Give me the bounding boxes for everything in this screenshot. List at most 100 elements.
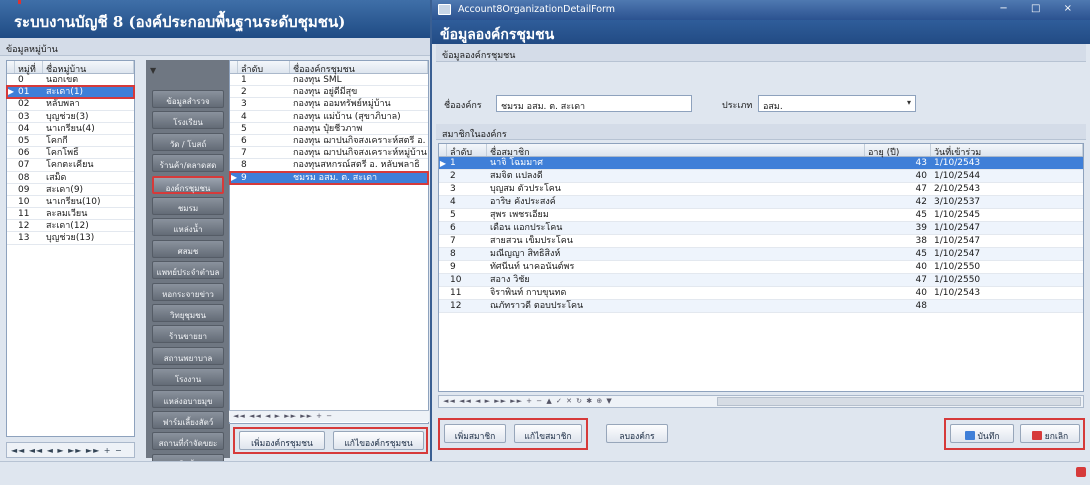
col-org-name[interactable]: ชื่อองค์กรชุมชน — [290, 61, 428, 75]
table-row[interactable]: 04 นาเกรียน(4) — [7, 123, 134, 135]
add-member-button[interactable]: เพิ่มสมาชิก — [444, 424, 506, 443]
table-row[interactable]: 3 บุญสม ตัวประโคน 47 2/10/2543 — [439, 183, 1083, 196]
col-member-age[interactable]: อายุ (ปี) — [865, 144, 931, 158]
col-org-no[interactable]: ลำดับ — [238, 61, 290, 75]
menu-item[interactable]: ชมรม — [152, 197, 224, 215]
org-navigator[interactable]: ◄◄ ◄◄ ◄ ► ►► ►► + − — [229, 410, 429, 422]
member-name: มณีญญา สิทธิสิงห์ — [490, 249, 561, 259]
col-member-no[interactable]: ลำดับ — [447, 144, 487, 158]
table-row[interactable]: 05 โคกกี่ — [7, 135, 134, 148]
table-row[interactable]: 0 นอกเขต — [7, 74, 134, 87]
table-row[interactable]: 4 อาริษ คังประสงค์ 42 3/10/2537 — [439, 196, 1083, 209]
member-grid[interactable]: ลำดับ ชื่อสมาชิก อายุ (ปี) วันที่เข้าร่ว… — [438, 143, 1084, 392]
edit-org-button[interactable]: แก้ไของค์กรชุมชน — [333, 431, 424, 450]
table-row[interactable]: 08 เสม็ด — [7, 172, 134, 184]
menu-item[interactable]: สถานพยาบาล — [152, 346, 224, 365]
member-no: 5 — [450, 210, 456, 220]
table-row[interactable]: 9 ทัศนีนท์ นาคอนันต์พร 40 1/10/2550 — [439, 261, 1083, 274]
table-row[interactable]: 10 นาเกรียน(10) — [7, 196, 134, 209]
close-icon[interactable] — [1076, 467, 1086, 477]
menu-item[interactable]: วัด / โบสถ์ — [152, 132, 224, 151]
table-row[interactable]: ▶ 1 นาจิ โฉมมาศ 43 1/10/2543 — [439, 157, 1083, 170]
row-indicator-header — [439, 144, 447, 156]
row-indicator — [7, 123, 15, 134]
menu-item[interactable]: แหล่งอบายมุข — [152, 389, 224, 408]
col-village-no[interactable]: หมู่ที่ — [15, 61, 43, 75]
table-row[interactable]: 2 สมจิต แปลงดี 40 1/10/2544 — [439, 170, 1083, 183]
table-row[interactable]: 2 กองทุน อยู่ดีมีสุข — [230, 86, 428, 99]
table-row[interactable]: 03 บุญช่วย(3) — [7, 111, 134, 123]
table-row[interactable]: 11 ละลมเวียน — [7, 208, 134, 221]
menu-item[interactable]: ร้านค้า/ตลาดสด — [152, 154, 224, 173]
menu-item[interactable]: แหล่งน้ำ — [152, 218, 224, 237]
table-row[interactable]: 13 บุญช่วย(13) — [7, 232, 134, 245]
member-name: ณภัทราวดี ตอบประโคน — [490, 301, 584, 311]
menu-collapse-icon[interactable]: ▼ — [150, 66, 156, 75]
menu-item[interactable]: ร้านขายยา — [152, 325, 224, 344]
member-age: 40 — [915, 262, 927, 272]
member-date — [931, 300, 1083, 312]
col-village-name[interactable]: ชื่อหมู่บ้าน — [43, 61, 134, 75]
delete-org-button[interactable]: ลบองค์กร — [606, 424, 668, 443]
table-row[interactable]: 02 หลับพลา — [7, 98, 134, 111]
table-row[interactable]: 5 กองทุน ปุ๋ยชีวภาพ — [230, 123, 428, 135]
table-row[interactable]: 07 โคกตะเคียน — [7, 159, 134, 172]
row-indicator — [230, 159, 238, 170]
menu-item[interactable]: โรงงาน — [152, 368, 224, 387]
row-indicator — [439, 287, 447, 299]
table-row[interactable]: 6 กองทุน ฌาปนกิจสงเคราะห์สตรี อ. — [230, 135, 428, 148]
menu-item[interactable]: ข้อมูลสำรวจ — [152, 90, 224, 108]
table-row[interactable]: 06 โคกโพธิ์ — [7, 147, 134, 160]
horizontal-scrollbar[interactable] — [717, 397, 1081, 406]
member-date: 1/10/2544 — [934, 171, 981, 181]
village-no: 07 — [18, 160, 30, 171]
table-row[interactable]: 12 สะเดา(12) — [7, 220, 134, 233]
member-no: 12 — [450, 301, 462, 311]
member-name: สมจิต แปลงดี — [490, 171, 543, 181]
save-button[interactable]: บันทึก — [950, 424, 1014, 443]
col-member-date[interactable]: วันที่เข้าร่วม — [931, 144, 1083, 158]
table-row[interactable]: 7 กองทุน ฌาปนกิจสงเคราะห์หมู่บ้าน — [230, 147, 428, 160]
menu-item[interactable]: หอกระจายข่าว — [152, 282, 224, 301]
menu-item[interactable]: โรงเรียน — [152, 111, 224, 130]
org-name-field[interactable]: ชมรม อสม. ต. สะเดา — [496, 95, 692, 112]
table-row[interactable]: 12 ณภัทราวดี ตอบประโคน 48 — [439, 300, 1083, 313]
table-row[interactable]: 4 กองทุน แม่บ้าน (สุขาภิบาล) — [230, 111, 428, 123]
menu-item[interactable]: สถานที่กำจัดขยะ — [152, 432, 224, 451]
table-row[interactable]: 3 กองทุน ออมทรัพย์หมู่บ้าน — [230, 98, 428, 111]
village-grid[interactable]: หมู่ที่ ชื่อหมู่บ้าน 0 นอกเขต ▶ 01 สะเดา… — [6, 60, 135, 437]
village-navigator[interactable]: ◄◄ ◄◄ ◄ ► ►► ►► + − — [6, 442, 135, 458]
window-controls[interactable]: − □ × — [999, 3, 1082, 14]
menu-item[interactable]: ศสมช — [152, 239, 224, 258]
member-navigator[interactable]: ◄◄ ◄◄ ◄ ► ►► ►► + − ▲ ✓ ✕ ↻ ✱ ⊕ ▼ — [438, 395, 1084, 408]
type-select[interactable]: อสม. ▾ — [758, 95, 916, 112]
menu-item[interactable]: แพทย์ประจำตำบล — [152, 261, 224, 280]
member-nav-text[interactable]: ◄◄ ◄◄ ◄ ► ►► ►► + − ▲ ✓ ✕ ↻ ✱ ⊕ ▼ — [443, 397, 613, 405]
member-age: 47 — [915, 275, 927, 285]
table-row[interactable]: 8 มณีญญา สิทธิสิงห์ 45 1/10/2547 — [439, 248, 1083, 261]
table-row[interactable]: 7 สายสวน เข็มประโคน 38 1/10/2547 — [439, 235, 1083, 248]
table-row[interactable]: 8 กองทุนสหกรณ์สตรี อ. หลับพลาธิ — [230, 159, 428, 172]
village-name: หลับพลา — [46, 99, 80, 110]
table-row[interactable]: 1 กองทุน SML — [230, 74, 428, 87]
cancel-button[interactable]: ยกเลิก — [1020, 424, 1080, 443]
table-row[interactable]: 5 สุพร เพชรเอี่ยม 45 1/10/2545 — [439, 209, 1083, 222]
table-row[interactable]: 10 สอาง วิชัย 47 1/10/2550 — [439, 274, 1083, 287]
table-row[interactable]: ▶ 9 ชมรม อสม. ต. สะเดา — [229, 170, 429, 185]
dialog-button-bar: เพิ่มสมาชิก แก้ไขสมาชิก ลบองค์กร บันทึก … — [436, 418, 1086, 454]
org-no: 5 — [241, 123, 247, 134]
table-row[interactable]: 6 เดือน แอกประโคน 39 1/10/2547 — [439, 222, 1083, 235]
member-name: บุญสม ตัวประโคน — [490, 184, 561, 194]
menu-item[interactable]: วิทยุชุมชน — [152, 304, 224, 322]
table-row[interactable]: 09 สะเดา(9) — [7, 184, 134, 196]
add-org-button[interactable]: เพิ่มองค์กรชุมชน — [239, 431, 325, 450]
chevron-down-icon[interactable]: ▾ — [907, 98, 911, 107]
org-grid[interactable]: ลำดับ ชื่อองค์กรชุมชน 1 กองทุน SML 2 กอง… — [229, 60, 429, 424]
menu-item[interactable]: องค์กรชุมชน — [152, 175, 224, 194]
table-row[interactable]: ▶ 01 สะเดา(1) — [6, 85, 135, 100]
edit-member-button[interactable]: แก้ไขสมาชิก — [514, 424, 582, 443]
table-row[interactable]: 11 จิราพินท์ กาบขุนทด 40 1/10/2543 — [439, 287, 1083, 300]
menu-item[interactable]: ฟาร์มเลี้ยงสัตว์ — [152, 411, 224, 429]
village-no: 01 — [18, 87, 30, 98]
col-member-name[interactable]: ชื่อสมาชิก — [487, 144, 865, 158]
